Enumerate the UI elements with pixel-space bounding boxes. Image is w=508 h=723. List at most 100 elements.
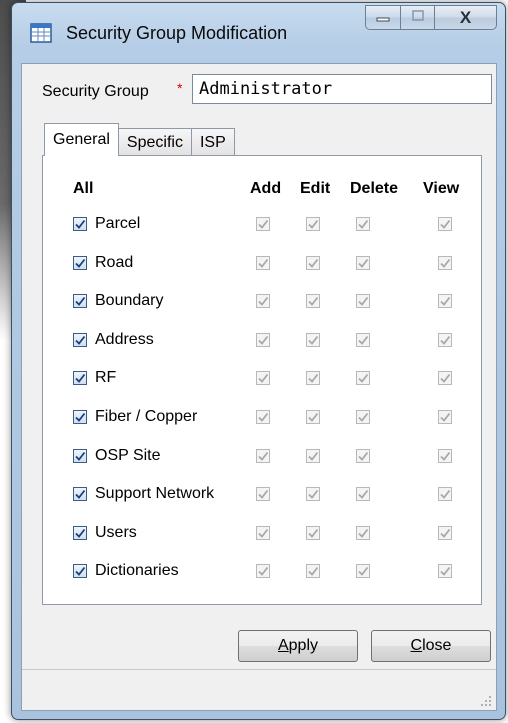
check-icon (257, 488, 269, 500)
check-icon (357, 411, 369, 423)
all-checkbox[interactable] (73, 564, 87, 579)
check-icon (439, 565, 451, 577)
check-icon (357, 334, 369, 346)
check-icon (257, 295, 269, 307)
add-checkbox (256, 525, 270, 540)
check-icon (257, 565, 269, 577)
check-icon (74, 372, 86, 384)
view-checkbox (438, 294, 452, 309)
general-tab-panel: All Add Edit Delete View Parcel Road Bound… (42, 155, 482, 605)
minimize-button[interactable] (365, 5, 401, 30)
table-row: Support Network (43, 478, 481, 514)
security-group-modification-window: Security Group Modification X Security G… (11, 2, 506, 720)
table-row: Fiber / Copper (43, 401, 481, 437)
check-icon (439, 295, 451, 307)
permission-label: Address (95, 330, 154, 348)
delete-checkbox (356, 487, 370, 502)
header-add: Add (250, 180, 282, 197)
all-checkbox[interactable] (73, 448, 87, 463)
add-checkbox (256, 217, 270, 231)
delete-checkbox (356, 525, 370, 540)
table-row: Road (43, 247, 481, 283)
maximize-button[interactable] (401, 5, 435, 30)
all-checkbox[interactable] (73, 525, 87, 540)
all-checkbox[interactable] (73, 410, 87, 424)
add-checkbox (256, 332, 270, 347)
check-icon (357, 565, 369, 577)
edit-checkbox (306, 255, 320, 270)
permission-label: Boundary (95, 292, 164, 310)
view-checkbox (438, 217, 452, 231)
permission-label: Parcel (95, 215, 141, 232)
edit-checkbox (306, 487, 320, 502)
header-delete: Delete (350, 180, 399, 197)
add-checkbox (256, 255, 270, 270)
caption-buttons: X (365, 5, 497, 31)
maximize-icon (411, 9, 425, 27)
delete-checkbox (356, 217, 370, 231)
check-icon (74, 488, 86, 500)
check-icon (74, 334, 86, 346)
status-bar (22, 669, 496, 710)
edit-checkbox (306, 371, 320, 386)
view-checkbox (438, 255, 452, 270)
table-row: OSP Site (43, 440, 481, 476)
check-icon (439, 218, 451, 230)
title-bar[interactable]: Security Group Modification X (12, 3, 505, 63)
permission-label: Road (95, 253, 134, 271)
check-icon (357, 218, 369, 230)
security-group-input[interactable]: Administrator (192, 74, 492, 104)
add-checkbox (256, 487, 270, 502)
check-icon (307, 295, 319, 307)
resize-grip-icon[interactable] (480, 694, 492, 706)
tab-specific[interactable]: Specific (117, 128, 192, 156)
all-checkbox[interactable] (73, 371, 87, 386)
tab-general[interactable]: General (44, 123, 119, 156)
add-checkbox (256, 410, 270, 424)
check-icon (307, 411, 319, 423)
all-checkbox[interactable] (73, 332, 87, 347)
delete-checkbox (356, 255, 370, 270)
check-icon (74, 450, 86, 462)
permission-label: Users (95, 523, 137, 541)
check-icon (307, 218, 319, 230)
edit-checkbox (306, 294, 320, 309)
delete-checkbox (356, 294, 370, 309)
all-checkbox[interactable] (73, 217, 87, 231)
check-icon (307, 488, 319, 500)
check-icon (257, 257, 269, 269)
view-checkbox (438, 332, 452, 347)
table-row: Users (43, 517, 481, 553)
delete-checkbox (356, 332, 370, 347)
header-edit: Edit (300, 180, 331, 197)
apply-button[interactable]: Apply (238, 630, 358, 662)
view-checkbox (438, 371, 452, 386)
all-checkbox[interactable] (73, 487, 87, 502)
check-icon (74, 411, 86, 423)
delete-checkbox (356, 371, 370, 386)
table-row: RF (43, 362, 481, 398)
all-checkbox[interactable] (73, 255, 87, 270)
edit-checkbox (306, 410, 320, 424)
add-checkbox (256, 564, 270, 579)
close-window-button[interactable]: X (435, 5, 497, 30)
check-icon (74, 527, 86, 539)
view-checkbox (438, 448, 452, 463)
check-icon (357, 488, 369, 500)
edit-checkbox (306, 564, 320, 579)
all-checkbox[interactable] (73, 294, 87, 309)
close-button[interactable]: Close (371, 630, 491, 662)
check-icon (257, 450, 269, 462)
view-checkbox (438, 410, 452, 424)
tab-isp[interactable]: ISP (190, 128, 235, 156)
check-icon (439, 334, 451, 346)
add-checkbox (256, 294, 270, 309)
minimize-icon (376, 9, 390, 27)
check-icon (307, 450, 319, 462)
check-icon (257, 218, 269, 230)
window-title: Security Group Modification (66, 23, 288, 43)
close-icon: X (459, 7, 472, 27)
check-icon (357, 257, 369, 269)
required-indicator: * (177, 80, 183, 96)
table-row: Parcel (43, 208, 481, 244)
